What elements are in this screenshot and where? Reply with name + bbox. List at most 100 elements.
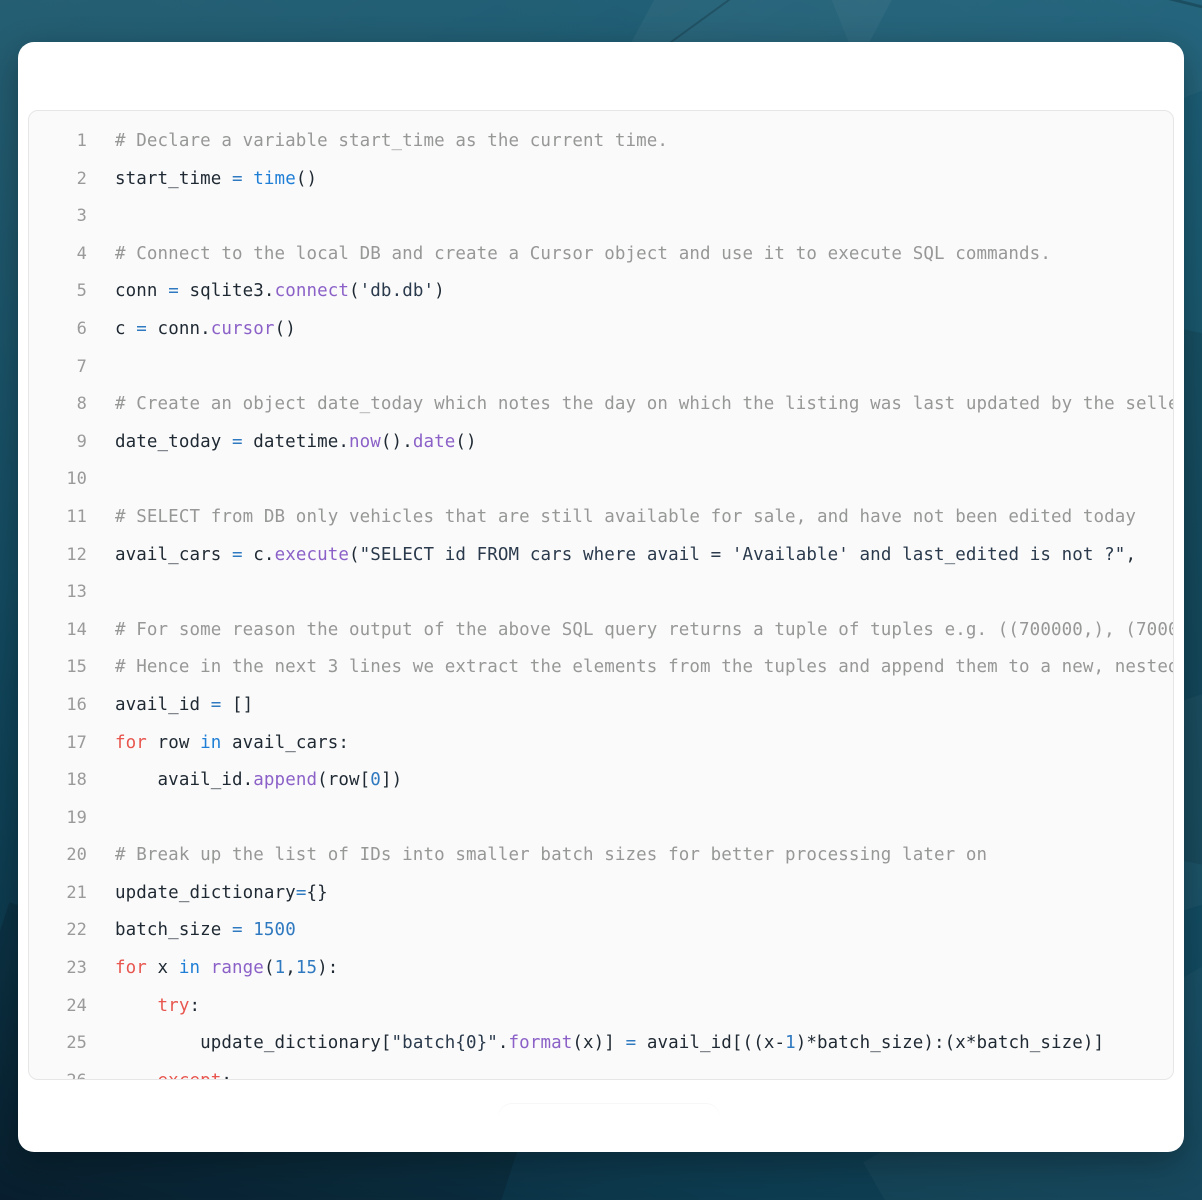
code-token-plain: conn [115,281,169,302]
code-token-builtin: time [253,168,296,189]
line-number: 14 [66,619,87,640]
line-number: 13 [66,582,87,603]
code-line: 16 avail_id = [] [29,687,1173,725]
code-token-number: 0 [370,770,381,791]
line-number: 23 [66,958,87,979]
code-token-plain: avail_id[((x- [636,1033,786,1054]
code-line: 20 # Break up the list of IDs into smalle… [29,837,1173,875]
code-token-function: execute [274,544,350,565]
code-token-comment: # Declare a variable start_time as the c… [115,131,669,151]
code-token-keyword: try [157,995,190,1016]
code-token-number: 1 [785,1033,796,1054]
code-token-plain: ]) [380,770,403,791]
code-token-plain: () [295,168,318,189]
code-line: 18 avail_id.append(row[0]) [29,762,1173,800]
code-token-plain: start_time [115,168,232,189]
code-token-function: date [412,431,456,452]
line-number: 18 [66,770,87,791]
code-line: 25 update_dictionary["batch{0}".format(x… [29,1025,1173,1063]
code-block[interactable]: 1 # Declare a variable start_time as the … [28,110,1174,1080]
code-token-string: 'db.db' [359,281,435,302]
line-number: 7 [76,356,87,377]
line-content: avail_id.append(row[0]) [87,762,1173,800]
code-token-plain: )*batch_size):(x*batch_size)] [795,1033,1105,1054]
code-token-number: 15 [295,958,318,979]
line-number: 6 [76,318,87,339]
code-token-plain: x [146,958,179,979]
code-line: 10 [29,461,1173,499]
line-number: 12 [66,544,87,565]
code-token-comment: # Create an object date_today which note… [115,394,1173,415]
code-token-plain: () [455,431,477,452]
code-line: 24 try: [29,988,1173,1026]
code-token-plain: batch_size [115,920,232,941]
code-line: 8 # Create an object date_today which not… [29,386,1173,424]
line-content: for x in range(1,15): [87,950,1173,988]
code-line: 14 # For some reason the output of the ab… [29,612,1173,650]
code-line: 12 avail_cars = c.execute("SELECT id FROM… [29,537,1173,575]
code-token-plain: conn. [146,318,211,339]
code-token-keyword: for [115,958,147,979]
code-token-plain: , [285,958,296,979]
code-token-plain: () [274,318,296,339]
backdrop-streak [709,0,1202,41]
code-line: 11 # SELECT from DB only vehicles that ar… [29,499,1173,537]
code-token-plain: update_dictionary [115,882,296,903]
code-line: 26 except: [29,1063,1173,1079]
code-scroll-area[interactable]: 1 # Declare a variable start_time as the … [29,111,1173,1079]
code-line: 13 [29,574,1173,612]
line-number: 20 [66,845,87,866]
line-number: 25 [66,1033,87,1054]
code-token-plain: , [1125,544,1137,565]
line-content: avail_id = [] [87,687,1173,725]
line-number: 10 [66,469,87,490]
code-token-builtin: in [200,732,222,753]
code-line: 4 # Connect to the local DB and create a … [29,236,1173,274]
line-number: 16 [66,694,87,715]
code-token-plain: avail_cars: [221,732,350,753]
code-token-plain: . [497,1033,509,1054]
code-line: 17 for row in avail_cars: [29,725,1173,763]
code-token-operator: = [295,882,307,903]
code-token-operator: = [210,694,222,715]
line-content: # Connect to the local DB and create a C… [87,236,1173,274]
code-token-plain: c [115,318,137,339]
line-number: 5 [76,281,87,302]
code-token-plain: ( [349,281,360,302]
line-content: try: [87,988,1173,1026]
code-token-comment: # Hence in the next 3 lines we extract t… [115,657,1173,678]
code-token-operator: = [625,1033,637,1054]
line-number: 21 [66,882,87,903]
code-line: 3 [29,198,1173,236]
line-number: 8 [76,394,87,415]
code-line: 2 start_time = time() [29,161,1173,199]
code-token-builtin: in [178,958,201,979]
code-token-operator: = [232,431,243,452]
code-token-comment: # Connect to the local DB and create a C… [115,243,1051,264]
code-token-plain: date_today [115,431,232,452]
code-token-plain: avail_id. [115,770,254,791]
code-token-plain: ( [263,958,275,979]
line-content: # Break up the list of IDs into smaller … [87,837,1173,875]
code-token-plain: row [146,732,201,753]
code-token-plain: c. [242,544,275,565]
code-token-function: now [349,431,381,452]
floating-action-chip[interactable] [498,1104,720,1152]
code-token-plain: {} [306,882,328,903]
line-number: 15 [66,657,87,678]
line-number: 19 [66,807,87,828]
code-line: 7 [29,349,1173,387]
line-content: # Hence in the next 3 lines we extract t… [87,649,1173,687]
line-content: for row in avail_cars: [87,725,1173,763]
code-token-string: "batch{0}" [391,1033,498,1054]
code-token-plain: : [221,1071,232,1079]
code-token-function: append [253,770,318,791]
code-token-function: connect [274,281,350,302]
code-token-plain: ) [434,281,445,302]
line-content: # Declare a variable start_time as the c… [87,123,1173,161]
line-number: 9 [76,431,87,452]
line-number: 17 [66,732,87,753]
